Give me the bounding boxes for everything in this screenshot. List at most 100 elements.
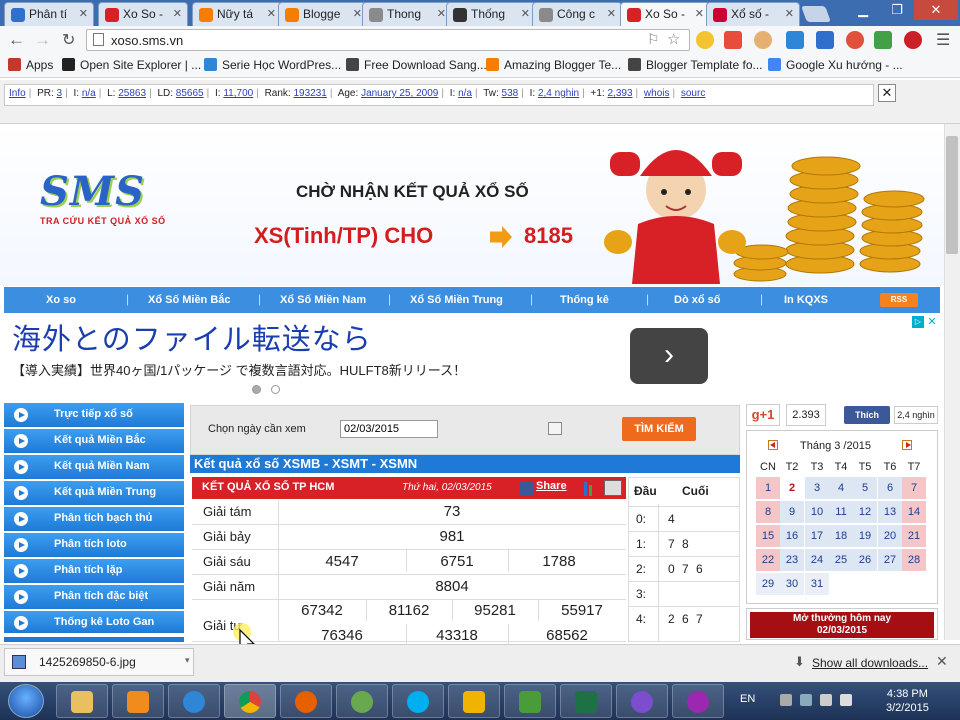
browser-tab[interactable]: Phân tí ✕ xyxy=(4,2,94,26)
browser-tab[interactable]: Thong ✕ xyxy=(362,2,452,26)
calendar-day[interactable]: 19 xyxy=(853,525,877,547)
start-button[interactable] xyxy=(8,684,44,718)
browser-tab[interactable]: Xổ số - ✕ xyxy=(706,2,800,26)
seo-gplus[interactable]: 2,393 xyxy=(607,88,632,99)
calendar-day[interactable]: 25 xyxy=(829,549,853,571)
sidebar-item[interactable]: Thống kê Loto Gan xyxy=(4,611,184,635)
ad-close-icon[interactable]: ✕ xyxy=(926,316,938,328)
seo-facebook[interactable]: 2,4 nghin xyxy=(538,88,579,99)
extension-gear-icon[interactable] xyxy=(696,31,714,49)
browser-tab[interactable]: Blogge ✕ xyxy=(278,2,368,26)
bookmark-item[interactable]: Open Site Explorer | ... xyxy=(62,58,201,72)
nav-item[interactable]: Thống kê xyxy=(560,294,609,306)
sidebar-item[interactable]: Kết quả Miền Trung xyxy=(4,481,184,507)
bookmark-item[interactable]: Free Download Sang... xyxy=(346,58,487,72)
taskbar-coccoc[interactable] xyxy=(336,684,388,718)
calendar-icon[interactable] xyxy=(548,422,562,435)
taskbar-skype[interactable] xyxy=(392,684,444,718)
print-icon[interactable] xyxy=(604,480,622,496)
calendar-day[interactable]: 22 xyxy=(756,549,780,571)
tab-close-icon[interactable]: ✕ xyxy=(521,7,530,20)
bookmark-item[interactable]: Google Xu hướng - ... xyxy=(768,58,903,72)
nav-item[interactable]: Xo so xyxy=(46,294,76,306)
facebook-like-button[interactable]: Thích xyxy=(844,406,890,424)
calendar-day[interactable]: 21 xyxy=(902,525,926,547)
taskbar-outlook[interactable] xyxy=(448,684,500,718)
browser-tab[interactable]: Thống ✕ xyxy=(446,2,536,26)
calendar-day[interactable]: 4 xyxy=(829,477,853,499)
calendar-day[interactable]: 12 xyxy=(853,501,877,523)
calendar-day[interactable]: 11 xyxy=(829,501,853,523)
calendar-day[interactable]: 7 xyxy=(902,477,926,499)
tray-app-icon[interactable] xyxy=(800,694,812,706)
calendar-day[interactable]: 13 xyxy=(878,501,902,523)
pinterest-icon[interactable] xyxy=(904,31,922,49)
calendar-day[interactable]: 15 xyxy=(756,525,780,547)
extension-dropbox-icon[interactable] xyxy=(816,31,834,49)
tray-expand-icon[interactable] xyxy=(780,694,792,706)
calendar-day[interactable]: 29 xyxy=(756,573,780,595)
show-all-downloads-link[interactable]: Show all downloads... xyxy=(812,656,928,670)
bookmark-star-icon[interactable]: ☆ xyxy=(667,30,680,48)
tab-close-icon[interactable]: ✕ xyxy=(79,7,88,20)
seo-index[interactable]: n/a xyxy=(82,88,96,99)
taskbar-recorder[interactable] xyxy=(616,684,668,718)
nav-item[interactable]: Xổ Số Miền Trung xyxy=(410,294,503,306)
sidebar-next-item[interactable] xyxy=(4,637,184,642)
open-today-header[interactable]: Mở thưởng hôm nay 02/03/2015 xyxy=(750,612,934,638)
extension-d-icon[interactable] xyxy=(786,31,804,49)
seo-info-link[interactable]: Info xyxy=(9,88,26,99)
seo-bing[interactable]: 11,700 xyxy=(223,88,253,99)
chevron-down-icon[interactable]: ▾ xyxy=(185,655,190,666)
seo-index-2[interactable]: n/a xyxy=(458,88,472,99)
tab-close-icon[interactable]: ✕ xyxy=(267,7,276,20)
calendar-next-icon[interactable] xyxy=(902,440,912,450)
taskbar-ie[interactable] xyxy=(168,684,220,718)
calendar-day[interactable]: 10 xyxy=(805,501,829,523)
bookmark-item[interactable]: Apps xyxy=(8,58,53,72)
browser-tab[interactable]: Nữy tá ✕ xyxy=(192,2,282,26)
browser-tab[interactable]: Xo So - ✕ xyxy=(620,2,710,26)
extension-stumble-icon[interactable] xyxy=(846,31,864,49)
browser-tab[interactable]: Công c ✕ xyxy=(532,2,622,26)
tab-close-icon[interactable]: ✕ xyxy=(695,7,704,20)
calendar-day[interactable]: 18 xyxy=(829,525,853,547)
calendar-day[interactable]: 28 xyxy=(902,549,926,571)
extension-green-icon[interactable] xyxy=(874,31,892,49)
extension-plus-icon[interactable] xyxy=(724,31,742,49)
calendar-day[interactable]: 1 xyxy=(756,477,780,499)
extension-face-icon[interactable] xyxy=(754,31,772,49)
calendar-day[interactable]: 16 xyxy=(780,525,804,547)
calendar-day[interactable]: 3 xyxy=(805,477,829,499)
back-icon[interactable]: ← xyxy=(8,30,25,50)
seo-age[interactable]: January 25, 2009 xyxy=(361,88,438,99)
sidebar-item[interactable]: Phân tích đặc biệt xyxy=(4,585,184,611)
calendar-day[interactable]: 24 xyxy=(805,549,829,571)
system-clock[interactable]: 4:38 PM 3/2/2015 xyxy=(886,687,929,715)
tab-close-icon[interactable]: ✕ xyxy=(437,7,446,20)
calendar-day[interactable]: 6 xyxy=(878,477,902,499)
browser-tab[interactable]: Xo So - ✕ xyxy=(98,2,188,26)
ad-subtext[interactable]: 【導入実績】世界40ヶ国/1パッケージ で複数言語対応。HULFT8新リリース！ xyxy=(12,360,466,379)
close-window-button[interactable]: ✕ xyxy=(914,0,958,20)
search-button[interactable]: TÌM KIẾM xyxy=(622,417,696,441)
sidebar-item[interactable]: Phân tích lặp xyxy=(4,559,184,585)
taskbar-media-player[interactable] xyxy=(112,684,164,718)
sidebar-item[interactable]: Kết quả Miền Nam xyxy=(4,455,184,481)
calendar-day[interactable]: 17 xyxy=(805,525,829,547)
seo-linking-domains[interactable]: 85665 xyxy=(176,88,204,99)
taskbar-excel[interactable] xyxy=(560,684,612,718)
bookmark-item[interactable]: Blogger Template fo... xyxy=(628,58,763,72)
stats-icon[interactable] xyxy=(578,480,594,496)
share-link[interactable]: Share xyxy=(536,480,567,492)
calendar-day[interactable]: 2 xyxy=(780,477,804,499)
tab-close-icon[interactable]: ✕ xyxy=(785,7,794,20)
tab-close-icon[interactable]: ✕ xyxy=(607,7,616,20)
sidebar-item[interactable]: Trực tiếp xổ số xyxy=(4,403,184,429)
sidebar-item[interactable]: Phân tích bạch thủ xyxy=(4,507,184,533)
ad-dot-active[interactable] xyxy=(252,385,261,394)
calendar-day[interactable]: 31 xyxy=(805,573,829,595)
nav-item[interactable]: Xổ Số Miền Nam xyxy=(280,294,366,306)
bookmark-item[interactable]: Amazing Blogger Te... xyxy=(486,58,621,72)
date-input[interactable] xyxy=(340,420,438,438)
